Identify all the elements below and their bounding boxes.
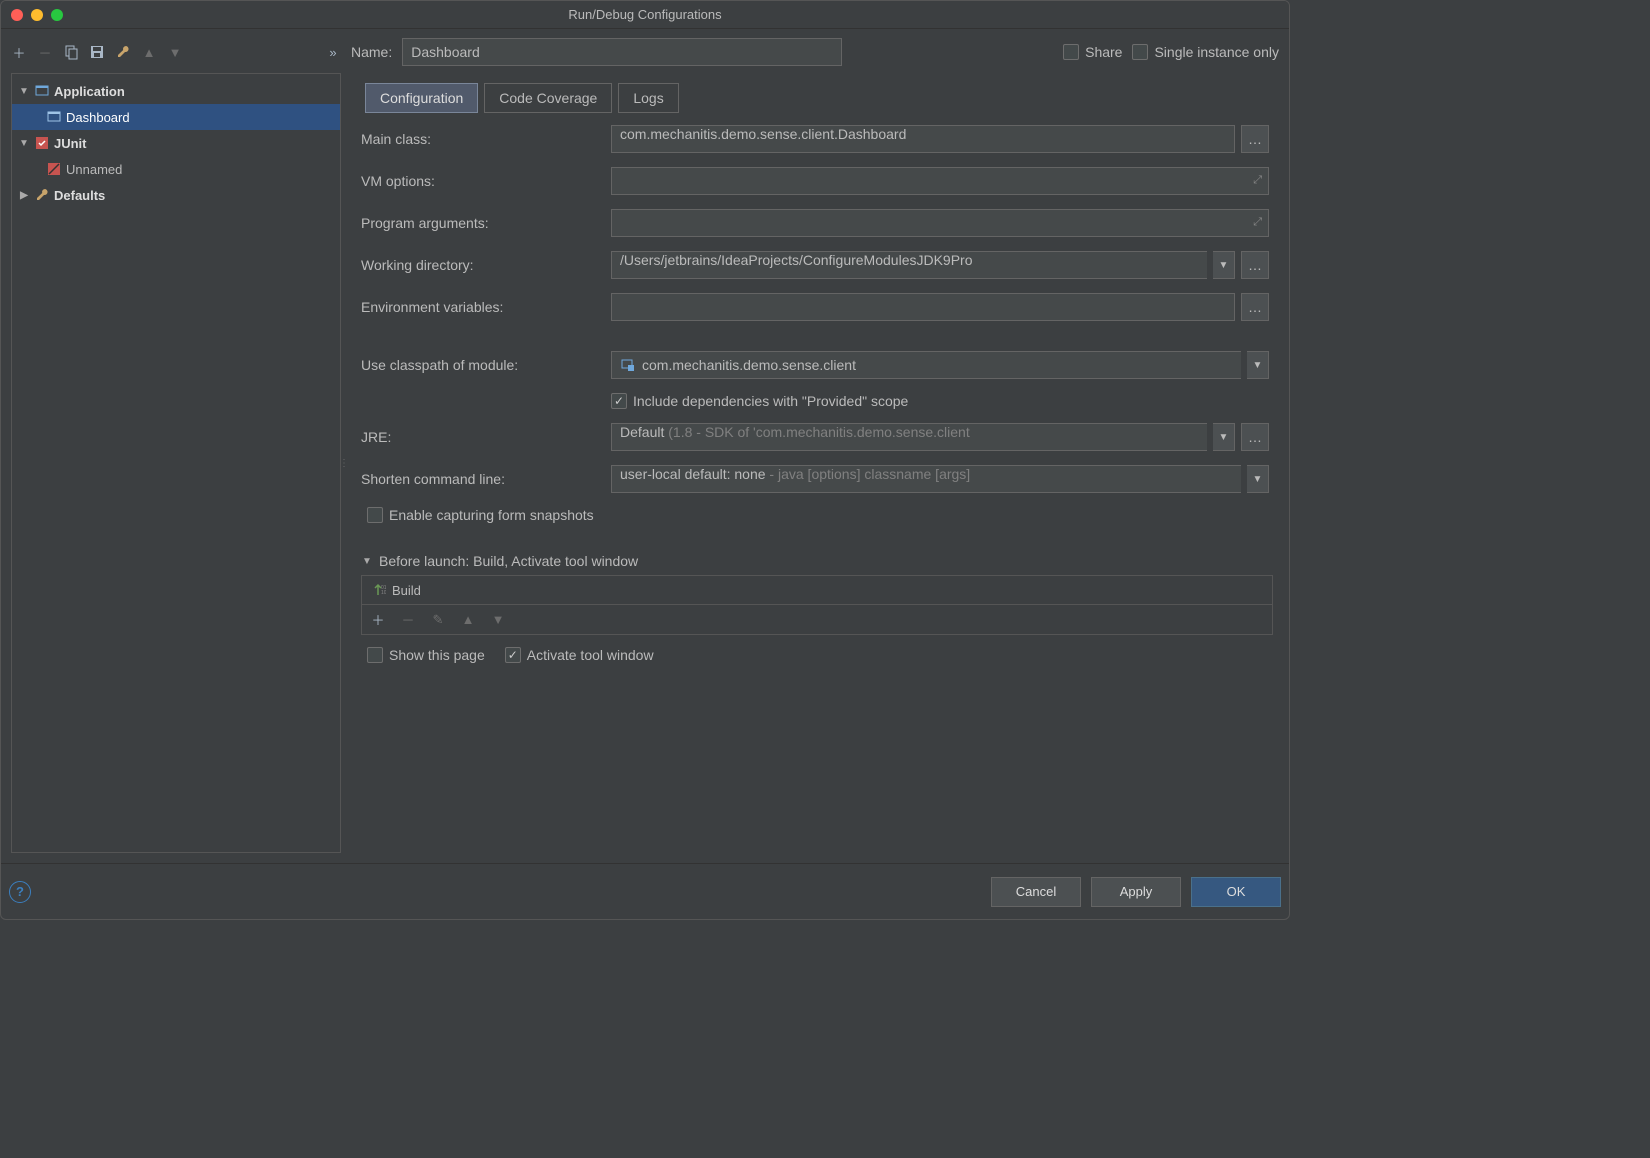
browse-jre-button[interactable]: … [1241, 423, 1269, 451]
env-vars-label: Environment variables: [361, 299, 601, 315]
shorten-cmd-dropdown[interactable]: ▼ [1247, 465, 1269, 493]
tree-node-junit[interactable]: ▼ JUnit [12, 130, 340, 156]
tree-node-defaults[interactable]: ▶ Defaults [12, 182, 340, 208]
form-snapshots-label: Enable capturing form snapshots [389, 507, 594, 523]
tree-label: Defaults [54, 188, 105, 203]
browse-env-vars-button[interactable]: … [1241, 293, 1269, 321]
name-label: Name: [351, 44, 392, 60]
copy-config-icon[interactable] [63, 44, 79, 60]
single-instance-label: Single instance only [1154, 44, 1279, 60]
classpath-module-label: Use classpath of module: [361, 357, 601, 373]
show-this-page-checkbox[interactable]: Show this page [367, 647, 485, 663]
env-vars-input[interactable] [611, 293, 1235, 321]
before-launch-header[interactable]: ▼ Before launch: Build, Activate tool wi… [361, 553, 1273, 569]
browse-working-dir-button[interactable]: … [1241, 251, 1269, 279]
classpath-module-dropdown[interactable]: ▼ [1247, 351, 1269, 379]
add-config-icon[interactable]: ＋ [11, 44, 27, 60]
working-dir-label: Working directory: [361, 257, 601, 273]
module-icon [620, 357, 636, 373]
add-task-icon[interactable]: ＋ [370, 612, 386, 628]
window-title: Run/Debug Configurations [1, 7, 1289, 22]
wrench-icon[interactable] [115, 44, 131, 60]
tree-node-application[interactable]: ▼ Application [12, 78, 340, 104]
vm-options-input[interactable]: ⤢ [611, 167, 1269, 195]
share-checkbox[interactable]: Share [1063, 44, 1122, 60]
remove-config-icon[interactable]: － [37, 44, 53, 60]
expand-icon[interactable]: ⤢ [1253, 216, 1262, 229]
build-icon: 0110 [370, 582, 386, 598]
expand-icon[interactable]: ⤢ [1253, 174, 1262, 187]
form-snapshots-checkbox[interactable]: Enable capturing form snapshots [367, 507, 594, 523]
chevron-down-icon: ▼ [18, 138, 30, 149]
cancel-button[interactable]: Cancel [991, 877, 1081, 907]
config-name-input[interactable] [402, 38, 842, 66]
config-tree[interactable]: ▼ Application Dashboard ▼ JUnit [11, 73, 341, 853]
move-task-down-icon[interactable]: ▼ [490, 612, 506, 628]
tree-label: Dashboard [66, 110, 130, 125]
edit-task-icon[interactable]: ✎ [430, 612, 446, 628]
tree-label: Unnamed [66, 162, 122, 177]
main-class-label: Main class: [361, 131, 601, 147]
tab-configuration[interactable]: Configuration [365, 83, 478, 113]
working-dir-input[interactable]: /Users/jetbrains/IdeaProjects/ConfigureM… [611, 251, 1207, 279]
shorten-cmd-label: Shorten command line: [361, 471, 601, 487]
tab-logs[interactable]: Logs [618, 83, 678, 113]
ok-button[interactable]: OK [1191, 877, 1281, 907]
tree-label: Application [54, 84, 125, 99]
jre-label: JRE: [361, 429, 601, 445]
remove-task-icon[interactable]: － [400, 612, 416, 628]
save-config-icon[interactable] [89, 44, 105, 60]
shorten-cmd-select[interactable]: user-local default: none - java [options… [611, 465, 1241, 493]
apply-button[interactable]: Apply [1091, 877, 1181, 907]
tree-node-unnamed[interactable]: Unnamed [12, 156, 340, 182]
chevron-down-icon: ▼ [18, 86, 30, 97]
before-launch-list[interactable]: 0110 Build [361, 575, 1273, 605]
include-provided-checkbox[interactable]: Include dependencies with "Provided" sco… [611, 393, 908, 409]
jre-dropdown[interactable]: ▼ [1213, 423, 1235, 451]
move-up-icon[interactable]: ▲ [141, 44, 157, 60]
dialog-window: Run/Debug Configurations ＋ － ▲ ▼ » Name:… [0, 0, 1290, 920]
titlebar: Run/Debug Configurations [1, 1, 1289, 29]
main-class-input[interactable]: com.mechanitis.demo.sense.client.Dashboa… [611, 125, 1235, 153]
share-label: Share [1085, 44, 1122, 60]
working-dir-dropdown[interactable]: ▼ [1213, 251, 1235, 279]
include-provided-label: Include dependencies with "Provided" sco… [633, 393, 908, 409]
tree-node-dashboard[interactable]: Dashboard [12, 104, 340, 130]
help-button[interactable]: ? [9, 881, 31, 903]
move-task-up-icon[interactable]: ▲ [460, 612, 476, 628]
move-down-icon[interactable]: ▼ [167, 44, 183, 60]
before-launch-item: Build [392, 583, 421, 598]
program-args-input[interactable]: ⤢ [611, 209, 1269, 237]
more-icon[interactable]: » [325, 44, 341, 60]
activate-tool-window-checkbox[interactable]: Activate tool window [505, 647, 654, 663]
program-args-label: Program arguments: [361, 215, 601, 231]
chevron-down-icon: ▼ [361, 556, 373, 567]
tree-toolbar: ＋ － ▲ ▼ » [11, 37, 341, 67]
tree-label: JUnit [54, 136, 87, 151]
vm-options-label: VM options: [361, 173, 601, 189]
single-instance-checkbox[interactable]: Single instance only [1132, 44, 1279, 60]
svg-text:10: 10 [381, 590, 386, 596]
browse-main-class-button[interactable]: … [1241, 125, 1269, 153]
tab-code-coverage[interactable]: Code Coverage [484, 83, 612, 113]
jre-select[interactable]: Default (1.8 - SDK of 'com.mechanitis.de… [611, 423, 1207, 451]
classpath-module-select[interactable]: com.mechanitis.demo.sense.client [611, 351, 1241, 379]
before-launch-toolbar: ＋ － ✎ ▲ ▼ [361, 605, 1273, 635]
chevron-right-icon: ▶ [18, 190, 30, 201]
